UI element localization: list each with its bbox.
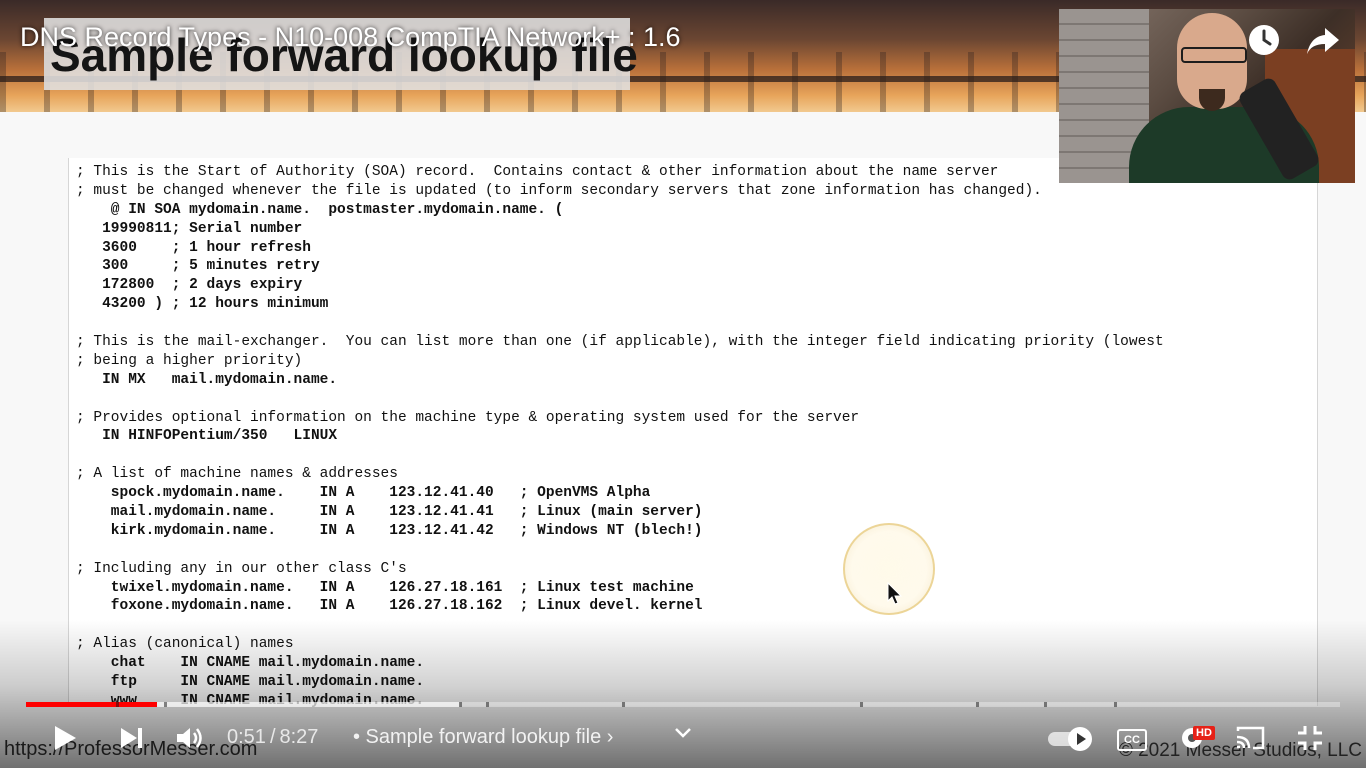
chapter-marker (486, 702, 489, 707)
code-record-line: 172800 ; 2 days expiry (76, 277, 303, 294)
chapter-marker (164, 702, 167, 707)
code-record-line: foxone.mydomain.name. IN A 126.27.18.162… (76, 598, 703, 615)
code-record-line: mail.mydomain.name. IN A 123.12.41.41 ; … (76, 504, 703, 521)
code-record-line: IN HINFOPentium/350 LINUX (76, 428, 338, 445)
cast-icon[interactable] (1234, 725, 1266, 751)
chapter-marker (860, 702, 863, 707)
code-record-line: twixel.mydomain.name. IN A 126.27.18.161… (76, 579, 694, 596)
current-time: 0:51 (227, 726, 266, 748)
code-comment-line: ; being a higher priority) (76, 352, 303, 369)
time-display: 0:51/8:27 (227, 726, 318, 749)
code-comment-line: ; Including any in our other class C's (76, 560, 407, 577)
exit-fullscreen-icon[interactable] (1296, 724, 1324, 752)
chapter-marker (1044, 702, 1047, 707)
mouse-pointer-icon (887, 582, 903, 605)
code-record-line: kirk.mydomain.name. IN A 123.12.41.42 ; … (76, 522, 703, 539)
chapter-marker (622, 702, 625, 707)
volume-icon[interactable] (175, 724, 205, 752)
code-comment-line: ; Provides optional information on the m… (76, 409, 860, 426)
next-icon[interactable] (119, 726, 145, 750)
hd-badge: HD (1193, 726, 1215, 740)
chevron-down-icon[interactable] (674, 726, 692, 740)
captions-button[interactable]: CC (1117, 729, 1147, 751)
code-record-line: IN MX mail.mydomain.name. (76, 371, 338, 388)
progress-bar[interactable] (26, 702, 1340, 707)
code-comment-line: ; This is the mail-exchanger. You can li… (76, 334, 1164, 351)
duration: 8:27 (279, 726, 319, 748)
code-record-line: 300 ; 5 minutes retry (76, 258, 320, 275)
code-record-line: spock.mydomain.name. IN A 123.12.41.40 ;… (76, 485, 651, 502)
code-record-line: 43200 ) ; 12 hours minimum (76, 296, 329, 313)
progress-played (26, 702, 158, 707)
code-record-line: 19990811; Serial number (76, 220, 303, 237)
autoplay-toggle[interactable] (1046, 724, 1094, 752)
share-arrow-icon[interactable] (1305, 22, 1341, 58)
play-icon[interactable] (52, 724, 78, 752)
presenter-glasses (1181, 47, 1247, 63)
chapter-marker (459, 702, 462, 707)
video-title[interactable]: DNS Record Types - N10-008 CompTIA Netwo… (20, 22, 681, 53)
code-comment-line: ; must be changed whenever the file is u… (76, 182, 1042, 199)
code-comment-line: ; A list of machine names & addresses (76, 466, 398, 483)
chapter-marker (976, 702, 979, 707)
code-record-line: @ IN SOA mydomain.name. postmaster.mydom… (76, 201, 564, 218)
chapter-marker (116, 702, 119, 707)
time-separator: / (269, 726, 276, 748)
chapter-marker (1114, 702, 1117, 707)
code-comment-line: ; This is the Start of Authority (SOA) r… (76, 164, 999, 180)
code-record-line: 3600 ; 1 hour refresh (76, 239, 311, 256)
clock-icon[interactable] (1246, 22, 1282, 58)
chapter-title[interactable]: • Sample forward lookup file › (353, 726, 613, 749)
